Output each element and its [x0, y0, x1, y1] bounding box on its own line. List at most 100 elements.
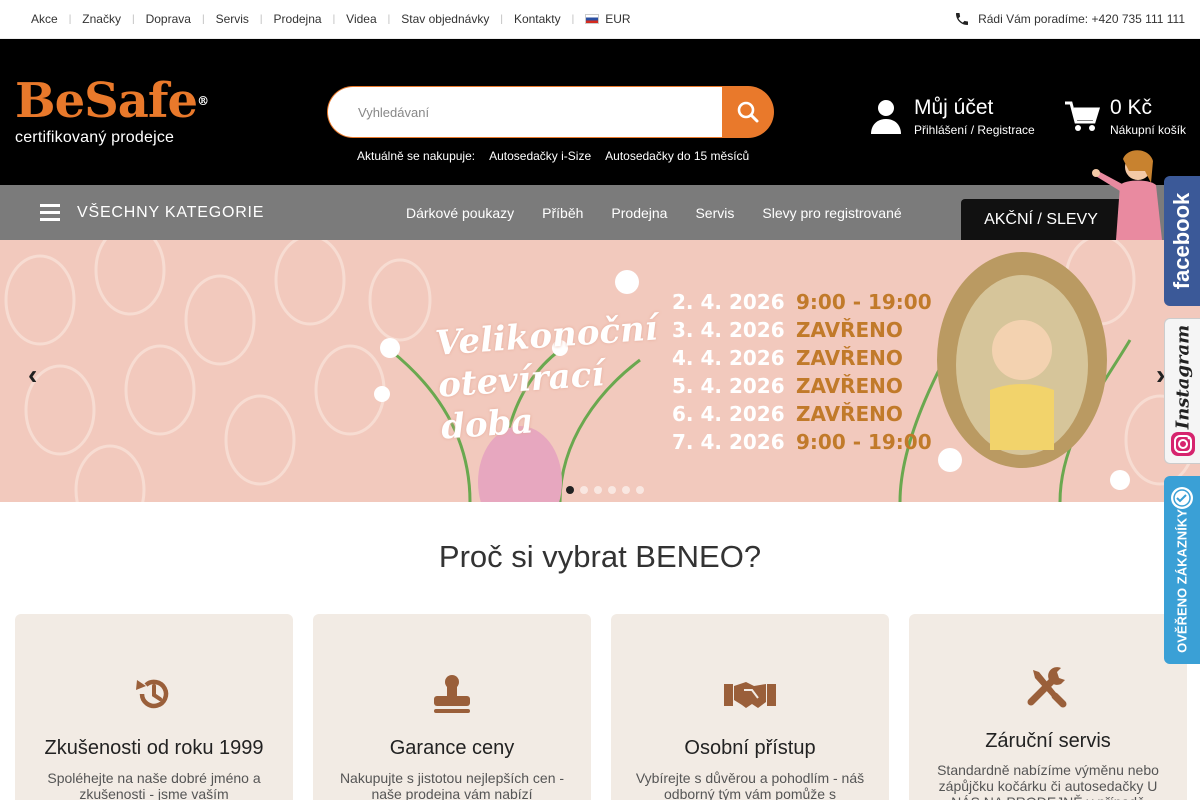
all-categories-label: VŠECHNY KATEGORIE	[77, 203, 265, 221]
besafe-logo[interactable]: BeSafe® certifikovaný prodejce	[15, 77, 209, 147]
slider-dot[interactable]	[608, 486, 616, 494]
nav-servis[interactable]: Servis	[681, 205, 748, 221]
account-title: Můj účet	[914, 96, 994, 119]
schedule-row: 7. 4. 2026 9:00 - 19:00	[672, 428, 932, 456]
top-nav-stav-objednavky[interactable]: Stav objednávky	[390, 12, 500, 26]
header: BeSafe® certifikovaný prodejce Aktuálně …	[0, 39, 1200, 185]
top-nav-znacky[interactable]: Značky	[71, 12, 132, 26]
top-nav-videa[interactable]: Videa	[335, 12, 387, 26]
top-utility-bar: Akce | Značky | Doprava | Servis | Prodejna |…	[0, 0, 1200, 39]
schedule-row: 2. 4. 2026 9:00 - 19:00	[672, 288, 932, 316]
shopping-cart-icon	[1065, 101, 1100, 131]
trending-link-15-mesicu[interactable]: Autosedačky do 15 měsíců	[605, 149, 749, 163]
currency-selector[interactable]: EUR	[574, 12, 641, 26]
slider-dot[interactable]	[594, 486, 602, 494]
benefit-card: Garance ceny Nakupujte s jistotou nejlep…	[313, 614, 591, 800]
schedule-date: 4. 4. 2026	[672, 346, 785, 370]
benefit-text: Standardně nabízíme výměnu nebo zápůjčku…	[937, 762, 1159, 800]
search-input[interactable]	[327, 86, 722, 138]
slider-dot[interactable]	[622, 486, 630, 494]
benefit-cards: Zkušenosti od roku 1999 Spoléhejte na na…	[15, 614, 1187, 800]
schedule-time: ZAVŘENO	[796, 374, 903, 398]
schedule-row: 3. 4. 2026 ZAVŘENO	[672, 316, 932, 344]
mascot-girl-image	[1092, 150, 1162, 240]
benefit-card: Záruční servis Standardně nabízíme výměn…	[909, 614, 1187, 800]
slider-dots	[566, 486, 644, 494]
banner-title: Velikonoční otevírací doba	[434, 307, 665, 448]
phone-text[interactable]: Rádi Vám poradíme: +420 735 111 111	[978, 12, 1185, 26]
nav-slevy-pro-registrovane[interactable]: Slevy pro registrované	[748, 205, 915, 221]
benefit-card: Osobní přístup Vybírejte s důvěrou a poh…	[611, 614, 889, 800]
phone-icon	[956, 13, 969, 25]
slider-dot[interactable]	[580, 486, 588, 494]
handshake-icon	[724, 682, 776, 708]
search-button[interactable]	[722, 86, 774, 138]
benefit-text: Spoléhejte na naše dobré jméno a zkušeno…	[47, 770, 261, 800]
top-nav: Akce | Značky | Doprava | Servis | Prodejna |…	[20, 12, 642, 26]
search-icon	[737, 101, 759, 123]
account-link[interactable]: Můj účet Přihlášení / Registrace	[870, 97, 1035, 137]
verified-reviews-widget[interactable]: OVĚŘENO ZÁKAZNÍKY	[1164, 476, 1200, 664]
trending-searches: Aktuálně se nakupuje: Autosedačky i-Size…	[357, 149, 749, 163]
cart-subtitle: Nákupní košík	[1110, 123, 1187, 137]
category-nav: Dárkové poukazy Příběh Prodejna Servis S…	[392, 185, 916, 240]
trending-label: Aktuálně se nakupuje:	[357, 149, 476, 163]
schedule-row: 6. 4. 2026 ZAVŘENO	[672, 400, 932, 428]
banner-prev-arrow[interactable]: ‹	[28, 359, 37, 391]
top-nav-doprava[interactable]: Doprava	[135, 12, 202, 26]
all-categories-button[interactable]: VŠECHNY KATEGORIE	[40, 185, 264, 240]
schedule-date: 3. 4. 2026	[672, 318, 785, 342]
benefit-title: Garance ceny	[389, 737, 515, 759]
benefit-text: Nakupujte s jistotou nejlepších cen - na…	[339, 770, 565, 800]
phone-contact: Rádi Vám poradíme: +420 735 111 111	[954, 11, 1185, 27]
nav-darkove-poukazy[interactable]: Dárkové poukazy	[392, 205, 528, 221]
opening-hours-schedule: 2. 4. 2026 9:00 - 19:00 3. 4. 2026 ZAVŘENO…	[672, 288, 932, 456]
trending-link-isize[interactable]: Autosedačky i-Size	[489, 149, 591, 163]
benefit-card: Zkušenosti od roku 1999 Spoléhejte na na…	[15, 614, 293, 800]
currency-label: EUR	[605, 12, 631, 26]
nav-pribeh[interactable]: Příběh	[528, 205, 597, 221]
schedule-time: 9:00 - 19:00	[796, 430, 932, 454]
cart-total: 0 Kč	[1110, 96, 1153, 119]
benefit-title: Osobní přístup	[684, 737, 816, 759]
account-subtitle: Přihlášení / Registrace	[914, 123, 1035, 137]
slider-dot[interactable]	[566, 486, 574, 494]
registered-mark: ®	[197, 94, 209, 108]
logo-wordmark: BeSafe	[15, 73, 198, 129]
schedule-row: 4. 4. 2026 ZAVŘENO	[672, 344, 932, 372]
instagram-icon	[1171, 432, 1195, 456]
schedule-date: 5. 4. 2026	[672, 374, 785, 398]
hero-banner[interactable]: ‹ › Velikonoční otevírací doba 2. 4. 202…	[0, 240, 1200, 502]
schedule-date: 6. 4. 2026	[672, 402, 785, 426]
top-nav-servis[interactable]: Servis	[205, 12, 260, 26]
tools-icon	[1027, 667, 1067, 708]
instagram-label: Instagram	[1172, 324, 1193, 429]
cart-link[interactable]: 0 Kč Nákupní košík	[1064, 97, 1186, 137]
top-nav-prodejna[interactable]: Prodejna	[263, 12, 333, 26]
slider-dot[interactable]	[636, 486, 644, 494]
verified-label: OVĚŘENO ZÁKAZNÍKY	[1174, 509, 1190, 654]
schedule-time: ZAVŘENO	[796, 318, 903, 342]
history-icon	[136, 679, 169, 709]
verified-badge-icon	[1171, 487, 1193, 509]
schedule-date: 7. 4. 2026	[672, 430, 785, 454]
slovakia-flag-icon	[585, 14, 600, 24]
instagram-widget[interactable]: Instagram	[1164, 318, 1200, 464]
search-bar	[327, 86, 774, 138]
facebook-label: facebook	[1169, 192, 1194, 290]
nav-prodejna[interactable]: Prodejna	[597, 205, 681, 221]
top-nav-kontakty[interactable]: Kontakty	[503, 12, 572, 26]
schedule-time: 9:00 - 19:00	[796, 290, 932, 314]
schedule-row: 5. 4. 2026 ZAVŘENO	[672, 372, 932, 400]
category-bar: VŠECHNY KATEGORIE Dárkové poukazy Příběh…	[0, 150, 1200, 240]
schedule-date: 2. 4. 2026	[672, 290, 785, 314]
section-title: Proč si vybrat BENEO?	[438, 539, 762, 574]
schedule-time: ZAVŘENO	[796, 402, 903, 426]
hamburger-icon	[40, 204, 60, 221]
schedule-time: ZAVŘENO	[796, 346, 903, 370]
benefit-title: Záruční servis	[985, 730, 1111, 752]
top-nav-akce[interactable]: Akce	[20, 12, 69, 26]
facebook-widget[interactable]: facebook	[1164, 176, 1200, 306]
logo-subtitle: certifikovaný prodejce	[15, 129, 175, 146]
stamp-icon	[434, 675, 470, 713]
